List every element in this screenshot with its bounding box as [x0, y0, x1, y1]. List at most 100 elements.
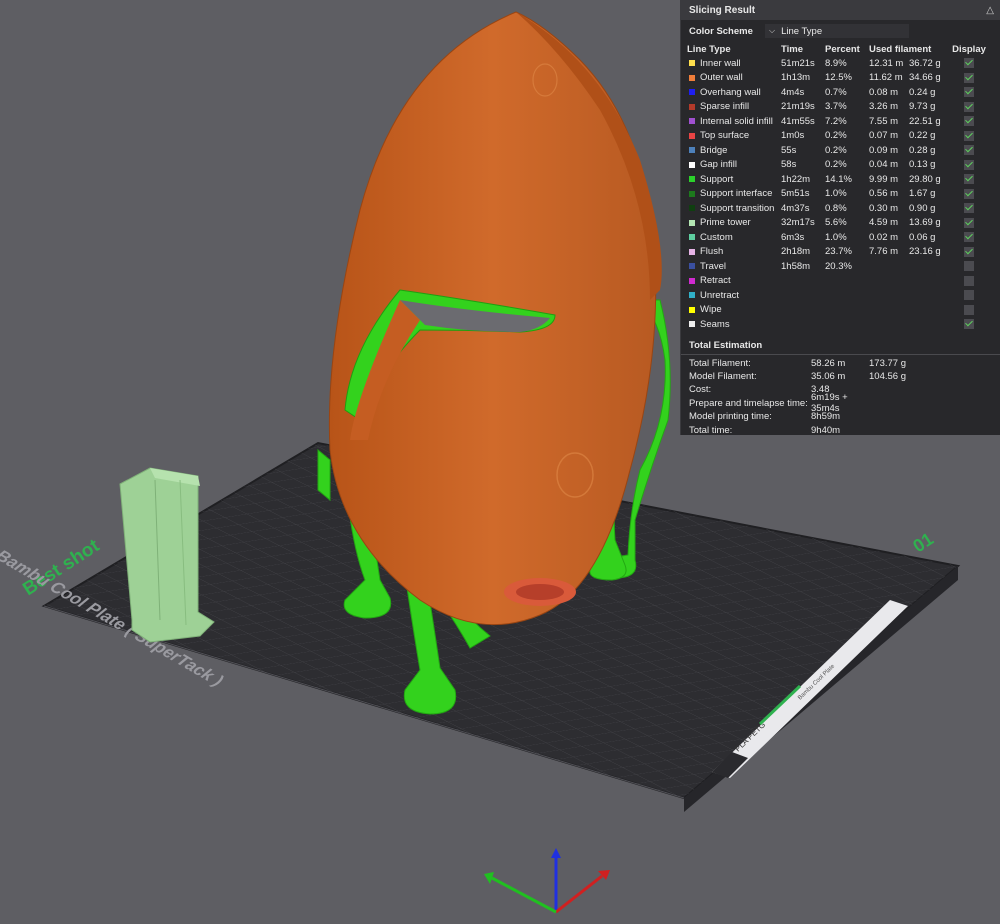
line-type-cell: Retract	[687, 274, 781, 289]
percent-cell	[825, 317, 869, 332]
used-weight: 29.80 g	[909, 173, 941, 185]
display-checkbox[interactable]	[964, 188, 974, 199]
total-estimation-title: Total Estimation	[689, 340, 763, 351]
table-row: Gap infill 58s 0.2% 0.04 m 0.13 g	[687, 158, 989, 173]
used-length: 3.26 m	[869, 101, 899, 113]
used-weight: 0.06 g	[909, 231, 936, 243]
display-cell	[949, 129, 989, 144]
display-cell	[949, 143, 989, 158]
total-label: Model printing time:	[689, 411, 772, 423]
percent-cell: 1.0%	[825, 188, 847, 200]
display-cell	[949, 303, 989, 318]
used-weight: 0.22 g	[909, 130, 936, 142]
display-checkbox[interactable]	[964, 261, 974, 272]
table-row: Prime tower 32m17s 5.6% 4.59 m 13.69 g	[687, 216, 989, 231]
used-length: 0.02 m	[869, 231, 899, 243]
table-row: Flush 2h18m 23.7% 7.76 m 23.16 g	[687, 245, 989, 260]
used-filament-cell	[869, 274, 949, 289]
table-row: Inner wall 51m21s 8.9% 12.31 m 36.72 g	[687, 56, 989, 71]
used-weight: 13.69 g	[909, 217, 941, 229]
display-cell	[949, 230, 989, 245]
time-cell: 55s	[781, 144, 797, 156]
table-row: Support transition 4m37s 0.8% 0.30 m 0.90 g	[687, 201, 989, 216]
display-checkbox[interactable]	[964, 145, 974, 156]
display-checkbox[interactable]	[964, 290, 974, 301]
color-swatch-icon	[689, 248, 695, 255]
display-checkbox[interactable]	[964, 203, 974, 214]
time-cell: 1h58m	[781, 260, 811, 272]
display-checkbox[interactable]	[964, 232, 974, 243]
line-type-table: Line Type Time Percent Used filament Dis…	[687, 42, 989, 332]
color-swatch-icon	[689, 321, 695, 328]
total-value: 35.06 m	[811, 371, 846, 383]
panel-header: Slicing Result △	[681, 0, 1000, 20]
used-weight: 36.72 g	[909, 57, 941, 69]
time-cell: 58s	[781, 159, 797, 171]
display-cell	[949, 100, 989, 115]
percent-cell: 0.2%	[825, 130, 847, 142]
plate-number: 01	[909, 529, 937, 557]
percent-cell: 14.1%	[825, 173, 852, 185]
total-label: Total Filament:	[689, 357, 751, 369]
used-filament-cell: 0.09 m 0.28 g	[869, 143, 949, 158]
line-type-name: Inner wall	[700, 57, 741, 69]
line-type-cell: Support	[687, 172, 781, 187]
display-cell	[949, 201, 989, 216]
line-type-cell: Unretract	[687, 288, 781, 303]
used-length: 12.31 m	[869, 57, 904, 69]
display-cell	[949, 288, 989, 303]
time-cell	[781, 317, 825, 332]
used-length: 0.07 m	[869, 130, 899, 142]
total-value-secondary: 173.77 g	[869, 357, 906, 369]
display-checkbox[interactable]	[964, 116, 974, 127]
used-length: 7.55 m	[869, 115, 899, 127]
line-type-cell: Custom	[687, 230, 781, 245]
color-scheme-select[interactable]: ⌵ Line Type	[765, 24, 909, 38]
column-header-time: Time	[781, 43, 804, 55]
display-checkbox[interactable]	[964, 174, 974, 185]
line-type-name: Sparse infill	[700, 101, 750, 113]
color-swatch-icon	[689, 60, 695, 67]
line-type-cell: Overhang wall	[687, 85, 781, 100]
time-cell	[781, 303, 825, 318]
display-checkbox[interactable]	[964, 101, 974, 112]
color-swatch-icon	[689, 103, 695, 110]
total-label: Prepare and timelapse time:	[689, 397, 808, 409]
display-checkbox[interactable]	[964, 159, 974, 170]
time-cell: 21m19s	[781, 101, 815, 113]
used-filament-cell	[869, 259, 949, 274]
display-cell	[949, 56, 989, 71]
time-cell: 2h18m	[781, 246, 811, 258]
used-filament-cell: 0.56 m 1.67 g	[869, 187, 949, 202]
time-cell	[781, 274, 825, 289]
display-checkbox[interactable]	[964, 217, 974, 228]
display-checkbox[interactable]	[964, 130, 974, 141]
time-cell: 5m51s	[781, 188, 810, 200]
line-type-name: Support interface	[700, 188, 773, 200]
display-checkbox[interactable]	[964, 72, 974, 83]
used-length: 11.62 m	[869, 72, 903, 84]
line-type-cell: Internal solid infill	[687, 114, 781, 129]
time-cell: 51m21s	[781, 57, 815, 69]
display-checkbox[interactable]	[964, 304, 974, 315]
used-weight: 9.73 g	[909, 101, 936, 113]
line-type-name: Flush	[700, 246, 724, 258]
percent-cell: 20.3%	[825, 260, 852, 272]
axis-gizmo	[484, 848, 610, 914]
table-row: Overhang wall 4m4s 0.7% 0.08 m 0.24 g	[687, 85, 989, 100]
time-cell	[781, 288, 825, 303]
line-type-name: Top surface	[700, 130, 750, 142]
color-swatch-icon	[689, 161, 695, 168]
line-type-name: Overhang wall	[700, 86, 761, 98]
chevron-up-icon[interactable]: △	[986, 5, 994, 16]
time-cell: 1h13m	[781, 72, 811, 84]
time-cell: 32m17s	[781, 217, 815, 229]
display-checkbox[interactable]	[964, 319, 974, 330]
total-value: 58.26 m	[811, 357, 846, 369]
display-checkbox[interactable]	[964, 58, 974, 69]
display-checkbox[interactable]	[964, 87, 974, 98]
display-checkbox[interactable]	[964, 246, 974, 257]
display-checkbox[interactable]	[964, 275, 974, 286]
line-type-cell: Bridge	[687, 143, 781, 158]
used-filament-cell: 4.59 m 13.69 g	[869, 216, 949, 231]
